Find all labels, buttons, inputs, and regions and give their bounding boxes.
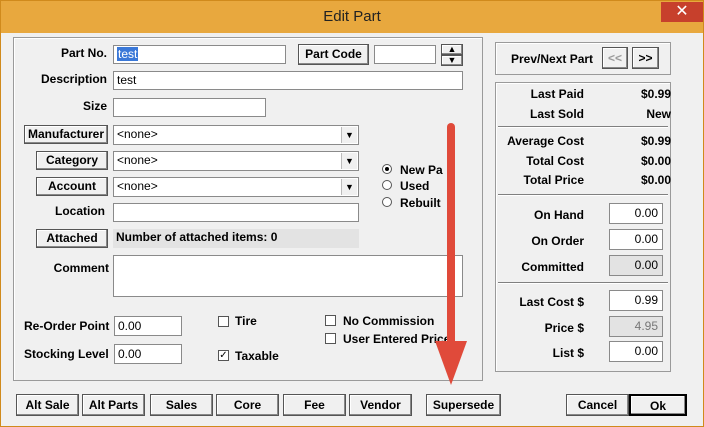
chevron-down-icon[interactable]: ▼ — [341, 179, 357, 195]
supersede-button[interactable]: Supersede — [426, 394, 501, 416]
prev-part-button[interactable]: << — [602, 47, 628, 69]
radio-dot — [385, 167, 389, 171]
annotation-arrow-icon — [435, 123, 467, 385]
account-button[interactable]: Account — [36, 177, 108, 196]
core-button[interactable]: Core — [216, 394, 279, 416]
list-price-field[interactable]: 0.00 — [609, 341, 663, 362]
check-icon: ✓ — [219, 350, 228, 361]
chevron-down-icon[interactable]: ▼ — [341, 153, 357, 169]
spin-down-button[interactable]: ▼ — [441, 55, 463, 66]
last-sold-value: New — [646, 107, 671, 121]
price-label: Price $ — [544, 321, 584, 335]
last-paid-label: Last Paid — [530, 87, 584, 101]
no-commission-checkbox[interactable] — [325, 315, 336, 326]
list-price-label: List $ — [552, 346, 584, 360]
account-select[interactable]: <none> ▼ — [113, 177, 359, 197]
alt-parts-button[interactable]: Alt Parts — [82, 394, 145, 416]
committed-label: Committed — [521, 260, 584, 274]
last-sold-label: Last Sold — [529, 107, 584, 121]
committed-field: 0.00 — [609, 255, 663, 276]
last-cost-field[interactable]: 0.99 — [609, 290, 663, 311]
manufacturer-select[interactable]: <none> ▼ — [113, 125, 359, 145]
comment-field[interactable] — [113, 255, 463, 297]
stocking-label: Stocking Level — [24, 347, 109, 361]
on-hand-field[interactable]: 0.00 — [609, 203, 663, 224]
radio-used-label: Used — [400, 179, 430, 193]
part-no-label: Part No. — [60, 46, 107, 60]
summary-divider — [498, 126, 668, 128]
description-field[interactable]: test — [113, 71, 463, 90]
category-button[interactable]: Category — [36, 151, 108, 170]
taxable-label: Taxable — [235, 349, 279, 363]
avg-cost-value: $0.99 — [640, 134, 671, 148]
part-code-button[interactable]: Part Code — [298, 44, 369, 65]
window-title: Edit Part — [323, 8, 381, 25]
taxable-checkbox[interactable]: ✓ — [218, 350, 229, 361]
tire-checkbox[interactable] — [218, 316, 229, 327]
avg-cost-label: Average Cost — [507, 134, 584, 148]
alt-sale-button[interactable]: Alt Sale — [16, 394, 79, 416]
reorder-label: Re-Order Point — [24, 319, 110, 333]
part-no-value: test — [117, 47, 139, 61]
part-no-field[interactable]: test — [113, 45, 286, 64]
summary-divider — [498, 282, 668, 284]
total-price-label: Total Price — [523, 173, 584, 187]
radio-rebuilt[interactable] — [382, 197, 392, 207]
manufacturer-button[interactable]: Manufacturer — [24, 125, 108, 144]
fee-button[interactable]: Fee — [283, 394, 346, 416]
location-label: Location — [55, 204, 105, 218]
spin-up-button[interactable]: ▲ — [441, 44, 463, 55]
on-order-field[interactable]: 0.00 — [609, 229, 663, 250]
part-code-field[interactable] — [374, 45, 436, 64]
attached-button[interactable]: Attached — [36, 229, 108, 248]
last-paid-value: $0.99 — [640, 87, 671, 101]
location-field[interactable] — [113, 203, 359, 222]
size-label: Size — [82, 99, 107, 113]
manufacturer-value: <none> — [117, 127, 158, 141]
ok-button[interactable]: Ok — [629, 394, 687, 416]
user-price-checkbox[interactable] — [325, 333, 336, 344]
on-hand-label: On Hand — [534, 208, 584, 222]
total-cost-value: $0.00 — [640, 154, 671, 168]
cancel-button[interactable]: Cancel — [566, 394, 629, 416]
close-icon[interactable]: ✕ — [661, 2, 703, 22]
radio-used[interactable] — [382, 180, 392, 190]
price-field: 4.95 — [609, 316, 663, 337]
total-cost-label: Total Cost — [526, 154, 584, 168]
no-commission-label: No Commission — [343, 314, 435, 328]
title-bar: Edit Part ✕ — [1, 1, 703, 33]
reorder-field[interactable]: 0.00 — [114, 316, 182, 336]
radio-new[interactable] — [382, 164, 392, 174]
edit-part-window: Edit Part ✕ Part No. test Part Code ▲ ▼ … — [0, 0, 704, 427]
attached-info: Number of attached items: 0 — [113, 229, 359, 248]
category-value: <none> — [117, 153, 158, 167]
chevron-down-icon[interactable]: ▼ — [341, 127, 357, 143]
comment-label: Comment — [53, 261, 109, 275]
on-order-label: On Order — [531, 234, 584, 248]
next-part-button[interactable]: >> — [632, 47, 659, 69]
sales-button[interactable]: Sales — [150, 394, 213, 416]
description-label: Description — [40, 72, 107, 86]
category-select[interactable]: <none> ▼ — [113, 151, 359, 171]
stocking-field[interactable]: 0.00 — [114, 344, 182, 364]
prev-next-label: Prev/Next Part — [511, 52, 594, 66]
size-field[interactable] — [113, 98, 266, 117]
summary-divider — [498, 194, 668, 196]
total-price-value: $0.00 — [640, 173, 671, 187]
account-value: <none> — [117, 179, 158, 193]
tire-label: Tire — [235, 314, 257, 328]
last-cost-label: Last Cost $ — [519, 295, 584, 309]
vendor-button[interactable]: Vendor — [349, 394, 412, 416]
